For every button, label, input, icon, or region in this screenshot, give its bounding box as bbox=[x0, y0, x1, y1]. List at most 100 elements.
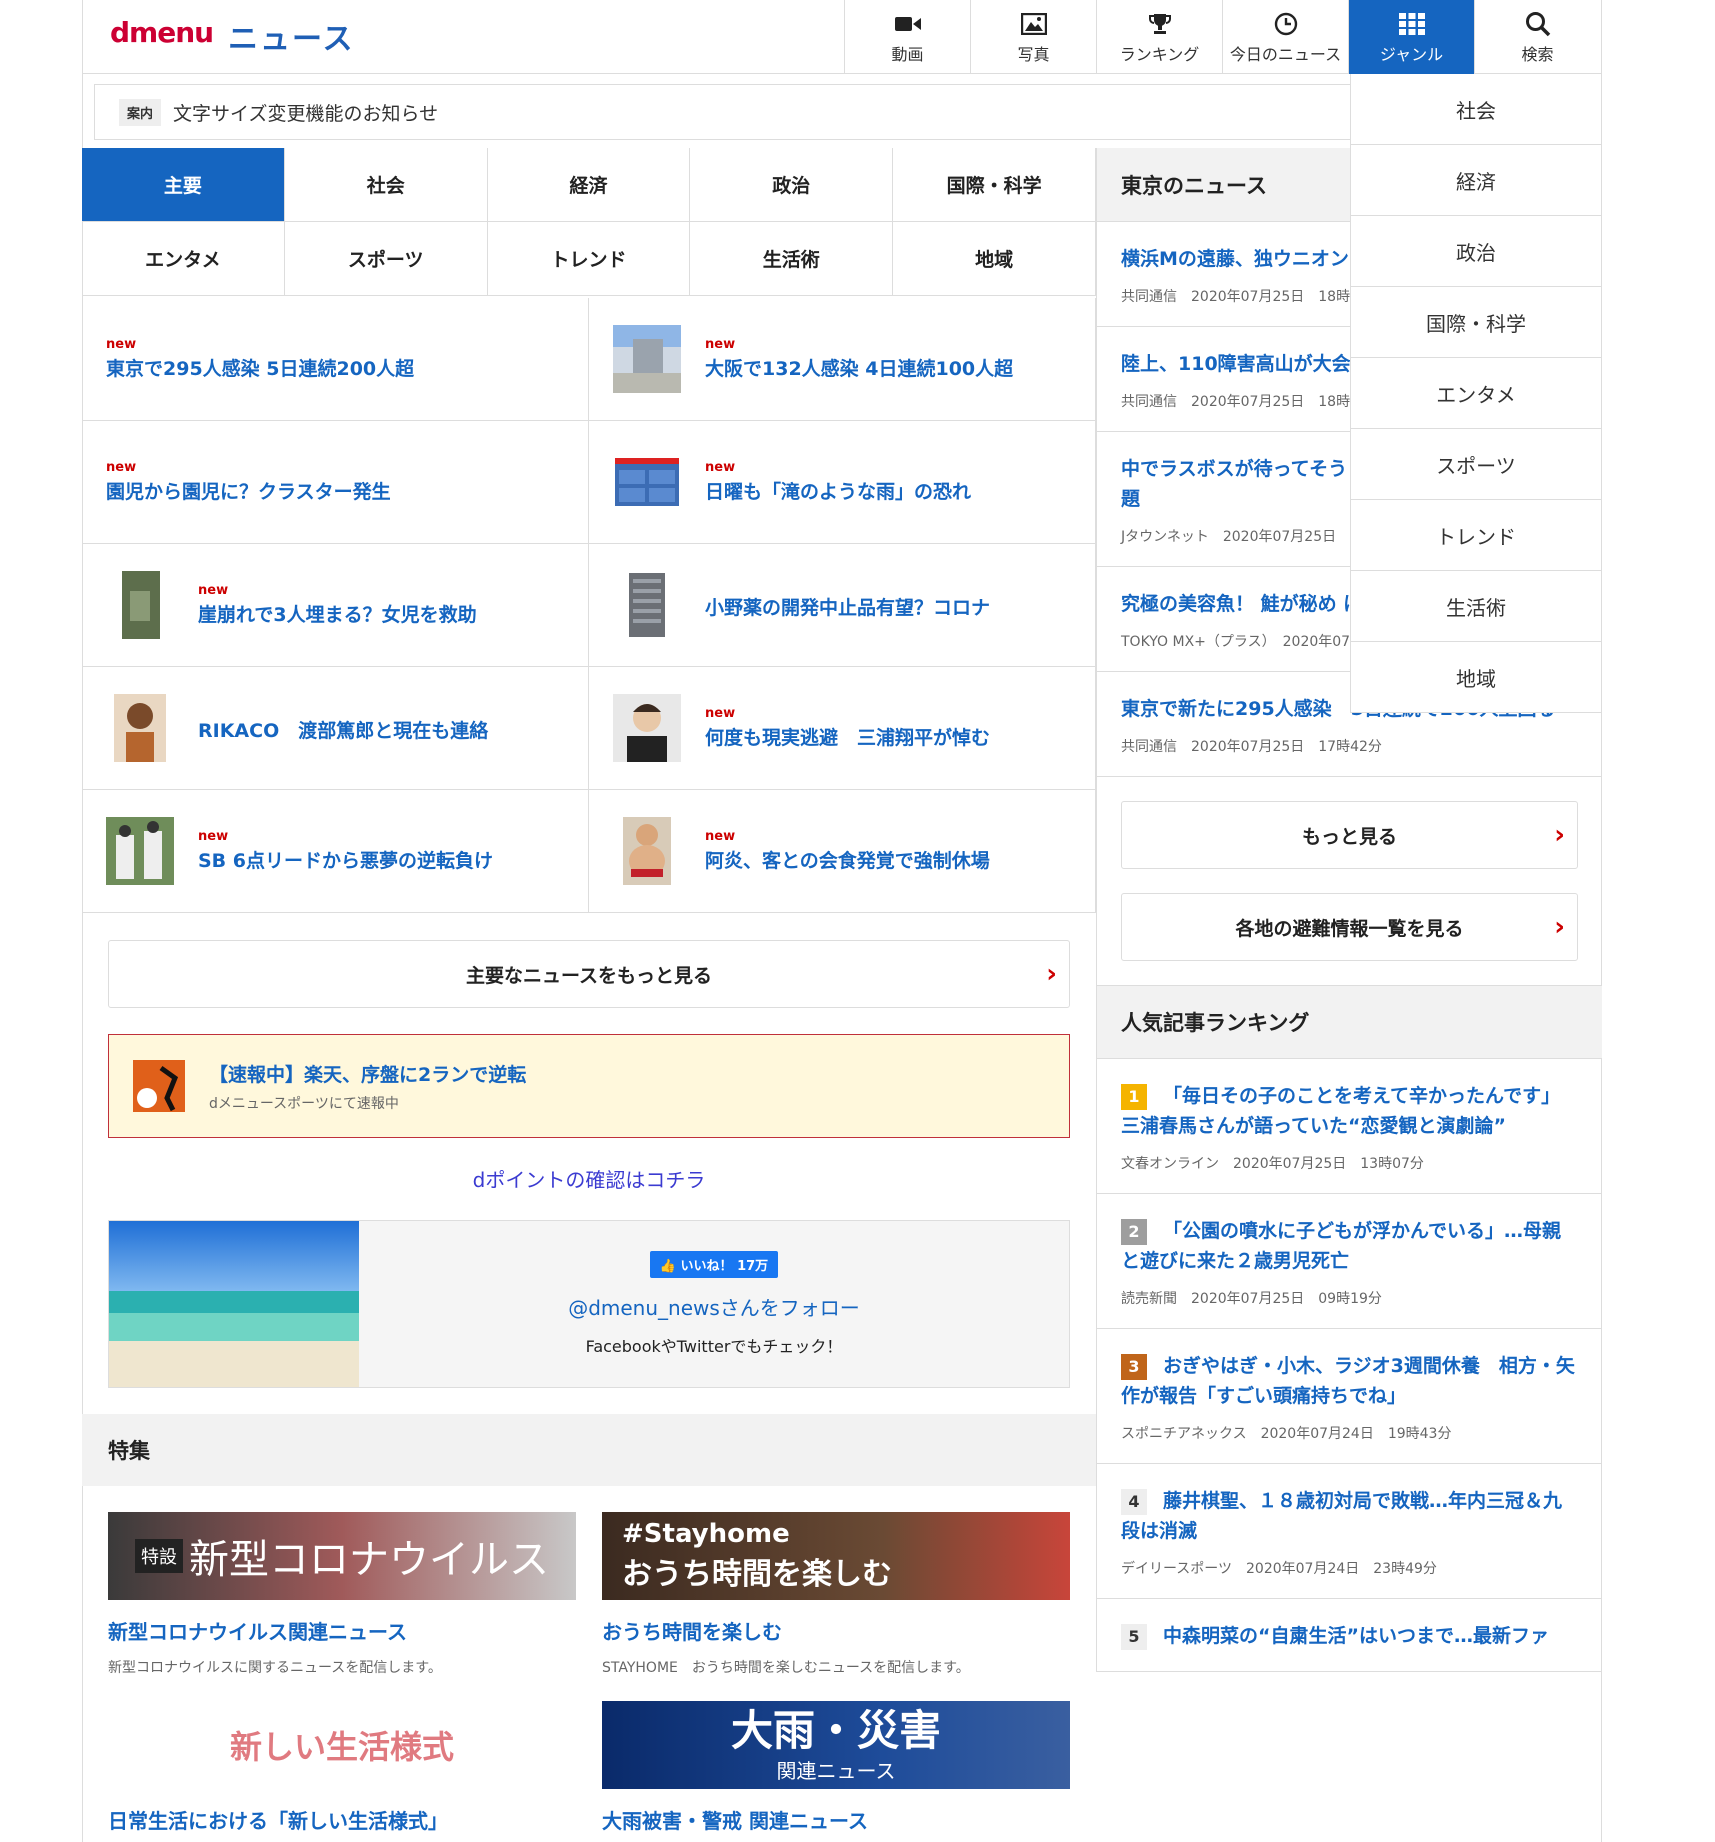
news-item[interactable]: new 日曜も「滝のような雨」の恐れ bbox=[589, 421, 1096, 544]
tab-society[interactable]: 社会 bbox=[284, 148, 488, 222]
ranking-title[interactable]: 中森明菜の“自粛生活”はいつまで…最新ファ bbox=[1163, 1625, 1549, 1647]
news-title[interactable]: 阿炎、客との会食発覚で強制休場 bbox=[705, 846, 990, 873]
genre-item[interactable]: スポーツ bbox=[1351, 429, 1601, 500]
news-item[interactable]: new 東京で295人感染 5日連続200人超 bbox=[82, 298, 589, 421]
special-title[interactable]: 大雨被害・警戒 関連ニュース bbox=[602, 1805, 1070, 1834]
nav-video[interactable]: 動画 bbox=[844, 0, 970, 74]
dpoint-link[interactable]: dポイントの確認はコチラ bbox=[108, 1164, 1070, 1193]
genre-item[interactable]: 国際・科学 bbox=[1351, 287, 1601, 358]
nav-search[interactable]: 検索 bbox=[1474, 0, 1600, 74]
news-item[interactable]: 小野薬の開発中止品有望？コロナ bbox=[589, 544, 1096, 667]
special-item[interactable]: 大雨・災害 関連ニュース 大雨被害・警戒 関連ニュース bbox=[602, 1701, 1070, 1834]
grid-icon bbox=[1397, 9, 1427, 39]
tab-sports[interactable]: スポーツ bbox=[284, 222, 488, 296]
new-badge: new bbox=[705, 829, 736, 844]
new-badge: new bbox=[705, 460, 736, 475]
ranking-item[interactable]: 3 おぎやはぎ・小木、ラジオ3週間休養 相方・矢作が報告「すごい頭痛持ちでね」 ス… bbox=[1097, 1329, 1602, 1464]
news-item[interactable]: RIKACO 渡部篤郎と現在も連絡 bbox=[82, 667, 589, 790]
ranking-title[interactable]: 藤井棋聖、１８歳初対局で敗戦…年内三冠＆九段は消滅 bbox=[1121, 1490, 1562, 1542]
special-title[interactable]: 新型コロナウイルス関連ニュース bbox=[108, 1616, 576, 1645]
special-banner-heavy-rain[interactable]: 大雨・災害 関連ニュース bbox=[602, 1701, 1070, 1789]
nav-genre[interactable]: ジャンル bbox=[1348, 0, 1474, 74]
news-title[interactable]: RIKACO 渡部篤郎と現在も連絡 bbox=[198, 716, 488, 743]
news-title[interactable]: 崖崩れで3人埋まる？女児を救助 bbox=[198, 600, 477, 627]
more-main-news-button[interactable]: 主要なニュースをもっと見る › bbox=[108, 940, 1070, 1008]
news-logo[interactable]: ニュース bbox=[228, 14, 355, 58]
special-desc: STAYHOME おうち時間を楽しむニュースを配信します。 bbox=[602, 1660, 970, 1676]
news-item[interactable]: new 大阪で132人感染 4日連続100人超 bbox=[589, 298, 1096, 421]
news-item[interactable]: new 園児から園児に？クラスター発生 bbox=[82, 421, 589, 544]
evacuation-info-button[interactable]: 各地の避難情報一覧を見る › bbox=[1121, 893, 1578, 961]
breaking-title[interactable]: 【速報中】楽天、序盤に2ランで逆転 bbox=[209, 1060, 526, 1087]
ranking-title[interactable]: 「公園の噴水に子どもが浮かんでいる」…母親と遊びに来た２歳男児死亡 bbox=[1121, 1220, 1561, 1272]
tab-lifestyle[interactable]: 生活術 bbox=[690, 222, 894, 296]
news-title[interactable]: 東京で295人感染 5日連続200人超 bbox=[106, 354, 414, 381]
news-item[interactable]: new 何度も現実逃避 三浦翔平が悼む bbox=[589, 667, 1096, 790]
nav-photo[interactable]: 写真 bbox=[970, 0, 1096, 74]
special-banner-corona[interactable]: 特設 新型コロナウイルス bbox=[108, 1512, 576, 1600]
notice-text[interactable]: 文字サイズ変更機能のお知らせ bbox=[173, 99, 438, 126]
news-item[interactable]: new 崖崩れで3人埋まる？女児を救助 bbox=[82, 544, 589, 667]
banner-text: 新型コロナウイルス bbox=[189, 1537, 549, 1583]
ranking-item[interactable]: 5 中森明菜の“自粛生活”はいつまで…最新ファ bbox=[1097, 1599, 1602, 1672]
twitter-follow-link[interactable]: @dmenu_newsさんをフォロー bbox=[568, 1292, 860, 1321]
news-title[interactable]: SB 6点リードから悪夢の逆転負け bbox=[198, 846, 493, 873]
news-item[interactable]: new 阿炎、客との会食発覚で強制休場 bbox=[589, 790, 1096, 913]
genre-item[interactable]: 政治 bbox=[1351, 216, 1601, 287]
breaking-news-banner[interactable]: 【速報中】楽天、序盤に2ランで逆転 dメニュースポーツにて速報中 bbox=[108, 1034, 1070, 1138]
special-item[interactable]: 新しい生活様式 日常生活における「新しい生活様式」 bbox=[108, 1701, 576, 1834]
nav-label: ランキング bbox=[1119, 45, 1200, 64]
genre-item[interactable]: 社会 bbox=[1351, 74, 1601, 145]
nav-label: 検索 bbox=[1521, 45, 1554, 64]
genre-item[interactable]: 地域 bbox=[1351, 642, 1601, 713]
ranking-item[interactable]: 2 「公園の噴水に子どもが浮かんでいる」…母親と遊びに来た２歳男児死亡 読売新聞 … bbox=[1097, 1194, 1602, 1329]
facebook-like-button[interactable]: 👍 いいね！ 17万 bbox=[649, 1251, 779, 1278]
nav-label: 動画 bbox=[891, 45, 924, 64]
ranking-item[interactable]: 1 「毎日その子のことを考えて辛かったんです」 三浦春馬さんが語っていた“恋愛観と… bbox=[1097, 1059, 1602, 1194]
ranking-title[interactable]: 「毎日その子のことを考えて辛かったんです」 三浦春馬さんが語っていた“恋愛観と演… bbox=[1121, 1085, 1570, 1137]
special-title[interactable]: おうち時間を楽しむ bbox=[602, 1616, 1070, 1645]
tab-main[interactable]: 主要 bbox=[82, 148, 285, 222]
news-title[interactable]: 大阪で132人感染 4日連続100人超 bbox=[705, 354, 1013, 381]
special-item[interactable]: 特設 新型コロナウイルス 新型コロナウイルス関連ニュース 新型コロナウイルスに関… bbox=[108, 1512, 576, 1677]
news-title[interactable]: 小野薬の開発中止品有望？コロナ bbox=[705, 593, 990, 620]
news-title[interactable]: 園児から園児に？クラスター発生 bbox=[106, 477, 391, 504]
tokyo-more-label: もっと見る bbox=[1301, 825, 1397, 848]
notice-tag: 案内 bbox=[119, 98, 162, 126]
special-banner-new-lifestyle[interactable]: 新しい生活様式 bbox=[108, 1701, 576, 1789]
tab-entertainment[interactable]: エンタメ bbox=[82, 222, 285, 296]
tab-region[interactable]: 地域 bbox=[893, 222, 1096, 296]
tokyo-news-meta: 共同通信 2020年07月25日 17時42分 bbox=[1121, 739, 1382, 755]
news-thumbnail bbox=[613, 325, 681, 393]
tab-economy[interactable]: 経済 bbox=[487, 148, 691, 222]
tab-international[interactable]: 国際・科学 bbox=[893, 148, 1096, 222]
nav-ranking[interactable]: ランキング bbox=[1096, 0, 1222, 74]
genre-item[interactable]: 生活術 bbox=[1351, 571, 1601, 642]
genre-item[interactable]: トレンド bbox=[1351, 500, 1601, 571]
special-desc: 新型コロナウイルスに関するニュースを配信します。 bbox=[108, 1660, 442, 1676]
news-title[interactable]: 日曜も「滝のような雨」の恐れ bbox=[705, 477, 971, 504]
tokyo-more-button[interactable]: もっと見る › bbox=[1121, 801, 1578, 869]
ranking-title[interactable]: おぎやはぎ・小木、ラジオ3週間休養 相方・矢作が報告「すごい頭痛持ちでね」 bbox=[1121, 1355, 1575, 1407]
notice-bar[interactable]: 案内 文字サイズ変更機能のお知らせ bbox=[94, 84, 1354, 140]
banner-text: 大雨・災害 bbox=[730, 1705, 941, 1755]
news-title[interactable]: 何度も現実逃避 三浦翔平が悼む bbox=[705, 723, 990, 750]
ranking-item[interactable]: 4 藤井棋聖、１８歳初対局で敗戦…年内三冠＆九段は消滅 デイリースポーツ 2020… bbox=[1097, 1464, 1602, 1599]
nav-today[interactable]: 今日のニュース bbox=[1222, 0, 1348, 74]
ranking-meta: スポニチアネックス 2020年07月24日 19時43分 bbox=[1121, 1426, 1452, 1442]
tab-politics[interactable]: 政治 bbox=[690, 148, 894, 222]
thumbs-up-icon: 👍 bbox=[659, 1259, 677, 1274]
genre-item[interactable]: 経済 bbox=[1351, 145, 1601, 216]
special-banner-stayhome[interactable]: #Stayhome おうち時間を楽しむ bbox=[602, 1512, 1070, 1600]
chevron-right-icon: › bbox=[1554, 912, 1565, 942]
special-title[interactable]: 日常生活における「新しい生活様式」 bbox=[108, 1805, 576, 1834]
trophy-icon bbox=[1145, 9, 1175, 39]
dmenu-logo[interactable]: dmenu bbox=[110, 16, 214, 49]
category-tabs: 主要 社会 経済 政治 国際・科学 エンタメ スポーツ トレンド 生活術 地域 bbox=[82, 148, 1096, 296]
tab-trend[interactable]: トレンド bbox=[487, 222, 691, 296]
nav-label: 写真 bbox=[1017, 45, 1050, 64]
genre-dropdown: 社会 経済 政治 国際・科学 エンタメ スポーツ トレンド 生活術 地域 bbox=[1350, 74, 1602, 713]
news-item[interactable]: new SB 6点リードから悪夢の逆転負け bbox=[82, 790, 589, 913]
special-item[interactable]: #Stayhome おうち時間を楽しむ おうち時間を楽しむ STAYHOME お… bbox=[602, 1512, 1070, 1677]
genre-item[interactable]: エンタメ bbox=[1351, 358, 1601, 429]
